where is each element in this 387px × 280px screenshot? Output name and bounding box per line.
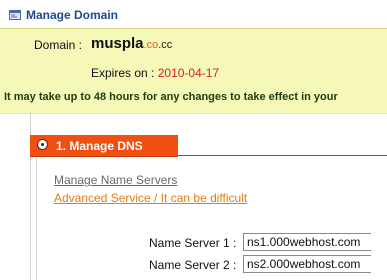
dns-bar-underline [178,155,387,156]
name-server-2-input[interactable] [243,255,371,273]
domain-ext-co: .co [143,39,159,51]
manage-domain-page: Manage Domain Domain : muspla.co.cc Expi… [0,0,387,280]
domain-extension: .co.cc [144,39,173,51]
expires-info: Expires on : 2010-04-17 [91,66,219,80]
domain-icon [9,10,21,20]
name-server-1-label: Name Server 1 : [149,236,237,250]
domain-label: Domain : [34,38,83,52]
domain-name: muspla.co.cc [91,35,172,52]
propagation-notice: It may take up to 48 hours for any chang… [4,91,338,103]
page-title: Manage Domain [26,8,119,22]
name-server-2-label: Name Server 2 : [149,258,237,272]
domain-name-text: muspla [91,35,144,52]
expires-date: 2010-04-17 [157,66,220,80]
manage-dns-label[interactable]: 1. Manage DNS [56,139,143,153]
manage-dns-radio[interactable] [37,139,48,150]
name-server-1-input[interactable] [243,233,371,251]
manage-name-servers-heading: Manage Name Servers [54,173,178,187]
domain-ext-cc: .cc [158,39,173,51]
advanced-service-link[interactable]: Advanced Service / It can be difficult [54,191,247,205]
expires-label: Expires on : [91,66,155,80]
section-border-inner [36,157,37,280]
